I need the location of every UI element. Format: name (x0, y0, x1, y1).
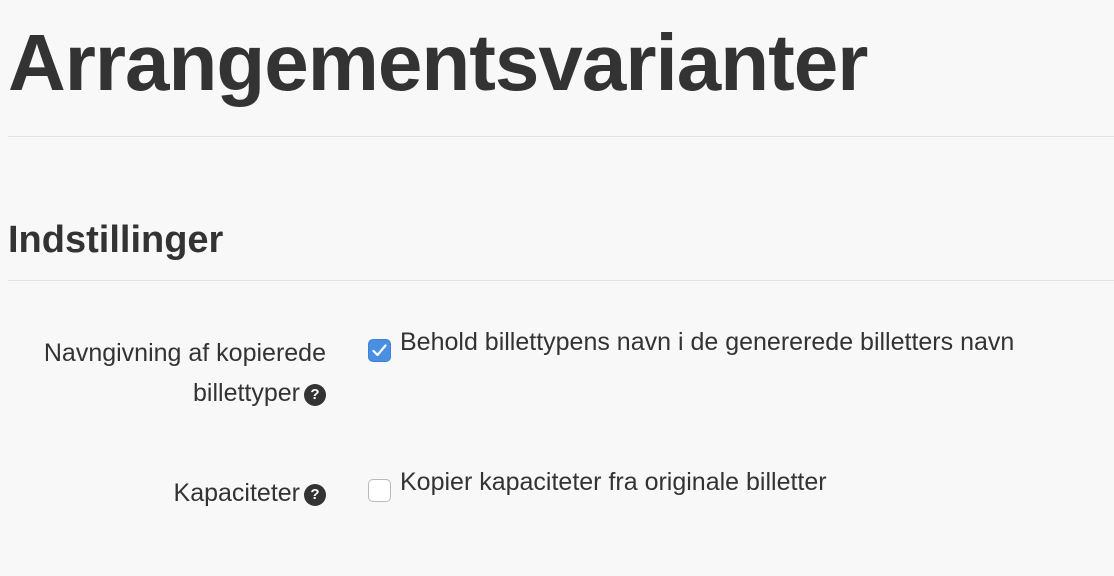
keep-ticket-name-label: Behold billettypens navn i de genererede… (400, 328, 1015, 356)
question-circle-icon[interactable]: ? (304, 484, 326, 506)
page-title: Arrangementsvarianter (8, 18, 868, 107)
question-circle-icon[interactable]: ? (304, 384, 326, 406)
keep-ticket-name-checkbox[interactable] (368, 339, 391, 362)
checkmark-icon (372, 344, 387, 357)
copy-capacities-label: Kopier kapaciteter fra originale billett… (400, 468, 827, 496)
naming-field-label: Navngivning af kopierede billettyper? (0, 333, 326, 413)
keep-ticket-name-option[interactable]: Behold billettypens navn i de genererede… (368, 326, 1014, 362)
title-divider (8, 136, 1114, 137)
naming-field-label-text: Navngivning af kopierede billettyper (43, 339, 326, 407)
copy-capacities-option[interactable]: Kopier kapaciteter fra originale billett… (368, 466, 827, 502)
capacity-field-label-text: Kapaciteter (173, 479, 300, 507)
section-divider (8, 280, 1114, 281)
page: Arrangementsvarianter Indstillinger Navn… (0, 0, 1114, 576)
section-title-settings: Indstillinger (8, 219, 224, 261)
capacity-field-label: Kapaciteter? (0, 473, 326, 513)
copy-capacities-checkbox[interactable] (368, 479, 391, 502)
